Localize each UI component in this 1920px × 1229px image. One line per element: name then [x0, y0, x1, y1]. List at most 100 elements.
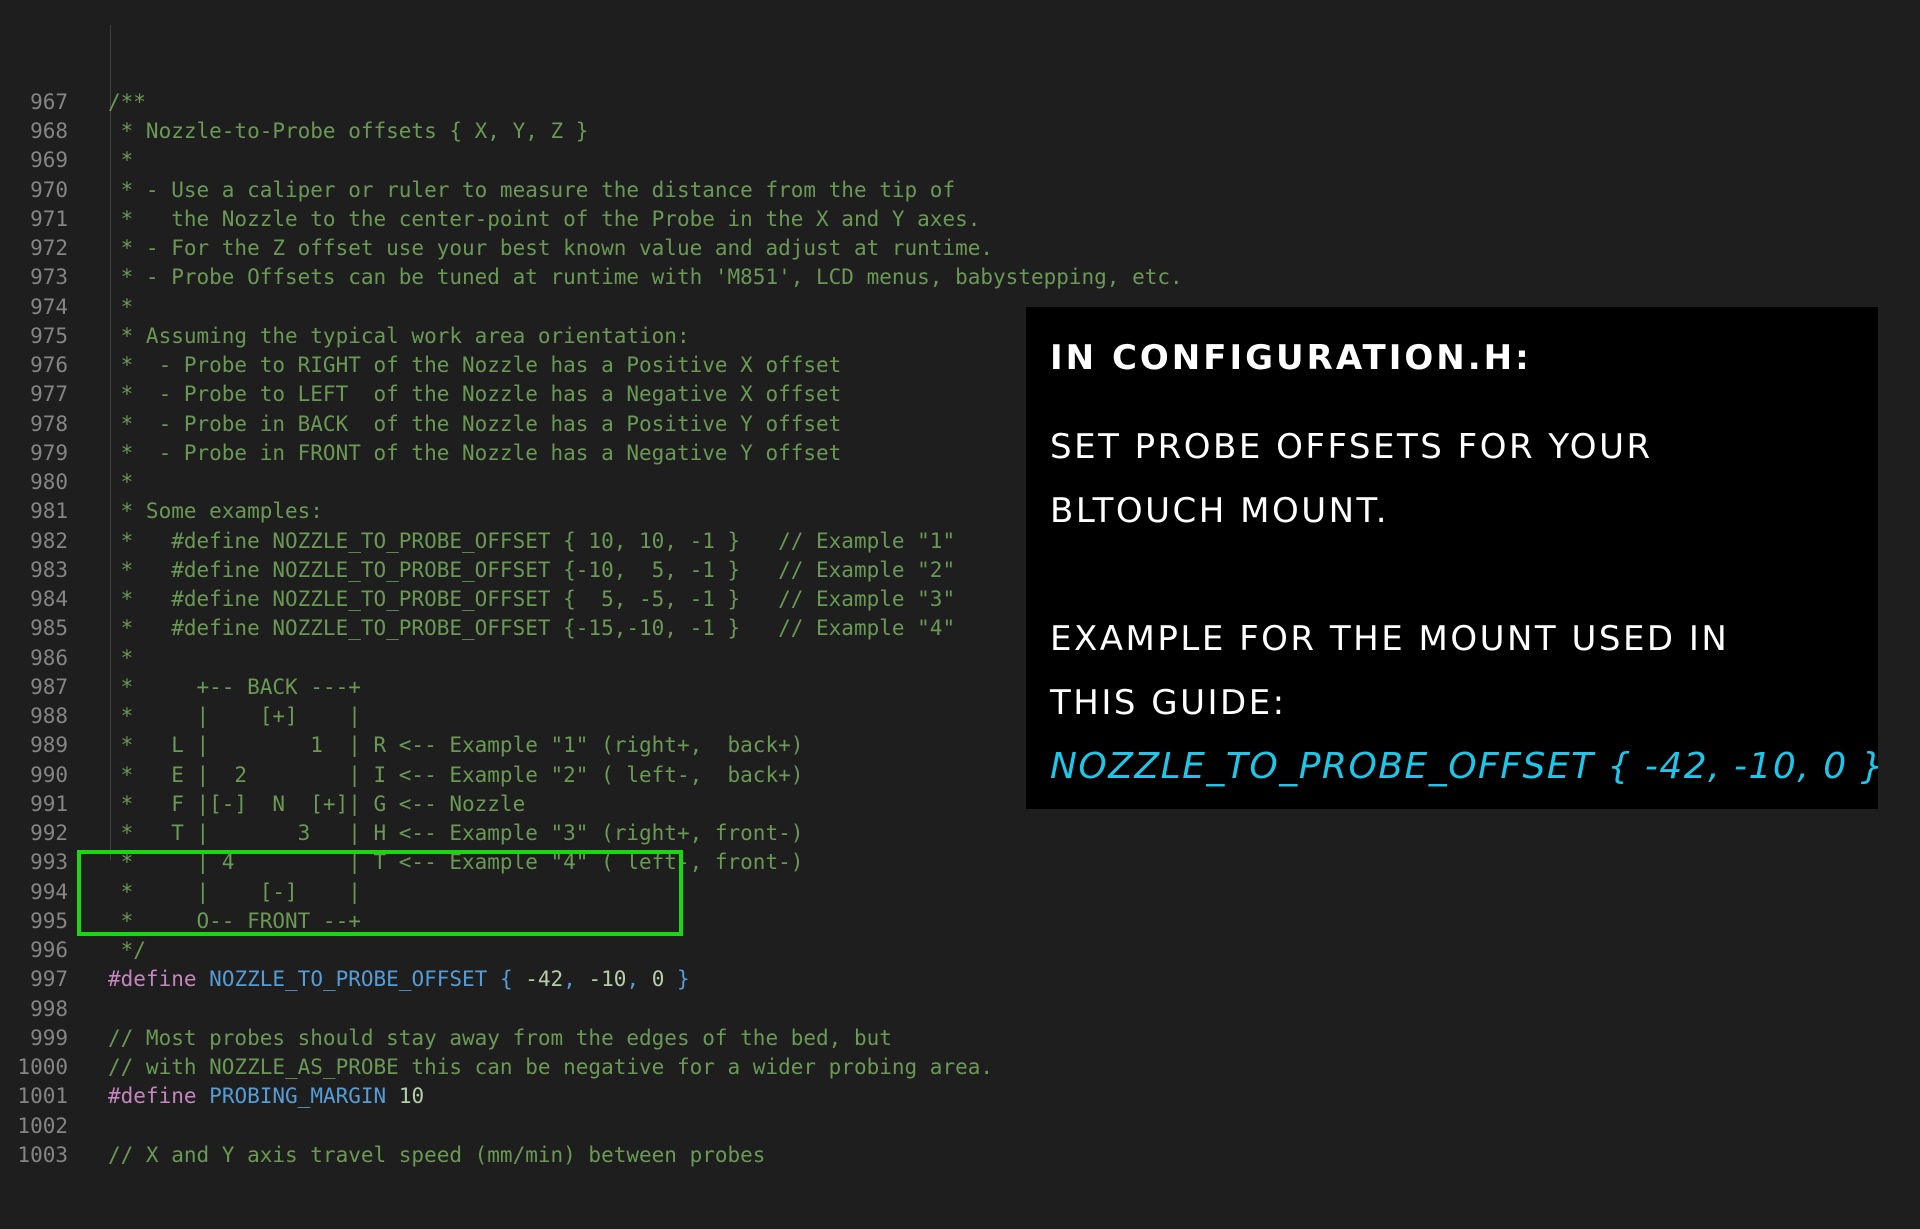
line-content: * — [108, 468, 134, 497]
code-token: * #define NOZZLE_TO_PROBE_OFFSET {-15,-1… — [108, 616, 956, 641]
line-number: 982 — [30, 528, 68, 553]
line-content: * #define NOZZLE_TO_PROBE_OFFSET { 10, 1… — [108, 527, 955, 556]
line-number: 987 — [30, 674, 68, 699]
line-content: * — [108, 644, 134, 673]
code-line[interactable]: 999 // Most probes should stay away from … — [0, 1024, 1920, 1053]
code-token: * F |[-] N [+]| G <-- Nozzle — [108, 791, 526, 816]
code-line[interactable]: 968 * Nozzle-to-Probe offsets { X, Y, Z … — [0, 117, 1920, 146]
code-token: * — [108, 470, 134, 494]
code-line[interactable]: 967 /** — [0, 88, 1920, 117]
highlight-box — [77, 850, 683, 936]
code-line[interactable]: 997 #define NOZZLE_TO_PROBE_OFFSET { -42,… — [0, 965, 1920, 994]
code-line[interactable]: 1001 #define PROBING_MARGIN 10 — [0, 1082, 1920, 1111]
overlay-spacer — [1050, 543, 1854, 607]
line-number: 977 — [30, 382, 68, 407]
code-token: // X and Y axis travel speed (mm/min) be… — [108, 1142, 766, 1167]
code-token: * - Probe Offsets can be tuned at runtim… — [108, 265, 1183, 290]
line-number: 992 — [30, 821, 68, 845]
code-token: , — [626, 967, 652, 992]
line-content: /** — [108, 88, 146, 117]
line-number: 1000 — [17, 1055, 68, 1079]
code-line[interactable]: 970 * - Use a caliper or ruler to measur… — [0, 176, 1920, 205]
code-token: * #define NOZZLE_TO_PROBE_OFFSET {-10, 5… — [108, 557, 956, 582]
code-token: * Some examples: — [108, 499, 323, 524]
line-content: * — [108, 293, 134, 322]
line-number: 1003 — [17, 1142, 68, 1167]
line-content: * - Use a caliper or ruler to measure th… — [108, 176, 955, 205]
code-line[interactable]: 1000 // with NOZZLE_AS_PROBE this can be … — [0, 1053, 1920, 1082]
line-content: * | [+] | — [108, 702, 361, 731]
code-token: * the Nozzle to the center-point of the … — [108, 206, 981, 231]
line-number: 990 — [30, 762, 68, 787]
line-number: 997 — [30, 967, 68, 992]
code-token: * #define NOZZLE_TO_PROBE_OFFSET { 10, 1… — [108, 528, 956, 553]
line-number: 996 — [30, 938, 68, 962]
line-content: // X and Y axis travel speed (mm/min) be… — [108, 1141, 765, 1170]
code-token: PROBING_MARGIN — [209, 1084, 387, 1109]
line-content: * Assuming the typical work area orienta… — [108, 322, 690, 351]
line-content: * Some examples: — [108, 497, 323, 526]
code-line[interactable]: 973 * - Probe Offsets can be tuned at ru… — [0, 263, 1920, 292]
code-line[interactable]: 971 * the Nozzle to the center-point of … — [0, 205, 1920, 234]
code-token: -10 — [588, 967, 627, 992]
code-token: * - Probe to LEFT of the Nozzle has a Ne… — [108, 382, 842, 407]
code-line[interactable]: 992 * T | 3 | H <-- Example "3" (right+,… — [0, 819, 1920, 848]
code-token: NOZZLE_TO_PROBE_OFFSET — [209, 967, 488, 992]
code-token: 0 — [651, 967, 665, 992]
line-number: 999 — [30, 1025, 68, 1050]
line-content: * - For the Z offset use your best known… — [108, 234, 993, 263]
code-line[interactable]: 1002 — [0, 1112, 1920, 1141]
code-token: * - Probe in BACK of the Nozzle has a Po… — [108, 411, 842, 436]
line-content: * - Probe to LEFT of the Nozzle has a Ne… — [108, 380, 842, 409]
code-token: * E | 2 | I <-- Example "2" ( left-, bac… — [108, 762, 804, 787]
line-number: 978 — [30, 411, 68, 436]
code-line[interactable]: 1003 // X and Y axis travel speed (mm/min… — [0, 1141, 1920, 1170]
code-token: #define — [108, 1084, 197, 1109]
line-content: * the Nozzle to the center-point of the … — [108, 205, 981, 234]
code-token: 10 — [398, 1084, 425, 1109]
line-content: * Nozzle-to-Probe offsets { X, Y, Z } — [108, 117, 589, 146]
code-token: * +-- BACK ---+ — [108, 674, 361, 699]
line-content: * L | 1 | R <-- Example "1" (right+, bac… — [108, 731, 804, 760]
line-number: 988 — [30, 704, 68, 728]
code-token: , — [563, 967, 589, 992]
line-number: 981 — [30, 499, 68, 524]
line-number: 984 — [30, 587, 68, 611]
code-token: -42 — [525, 967, 564, 992]
code-line[interactable]: 972 * - For the Z offset use your best k… — [0, 234, 1920, 263]
line-content: #define NOZZLE_TO_PROBE_OFFSET { -42, -1… — [108, 965, 690, 994]
code-token: } — [664, 967, 690, 992]
line-content: * +-- BACK ---+ — [108, 673, 361, 702]
code-token: * - For the Z offset use your best known… — [108, 236, 994, 260]
overlay-text-line: EXAMPLE FOR THE MOUNT USED IN — [1050, 619, 1730, 659]
line-number: 976 — [30, 353, 68, 377]
overlay-code-example: NOZZLE_TO_PROBE_OFFSET { -42, -10, 0 } — [1050, 746, 1885, 787]
code-line[interactable]: 969 * — [0, 146, 1920, 175]
line-content: * #define NOZZLE_TO_PROBE_OFFSET { 5, -5… — [108, 585, 955, 614]
code-token: { — [487, 967, 526, 992]
code-line[interactable]: 998 — [0, 995, 1920, 1024]
code-token: * — [108, 148, 134, 173]
code-token: // Most probes should stay away from the… — [108, 1025, 892, 1050]
code-token: /** — [108, 89, 146, 114]
line-number: 971 — [30, 206, 68, 231]
line-content: * — [108, 146, 134, 175]
code-token: * - Probe to RIGHT of the Nozzle has a P… — [108, 353, 842, 377]
code-token: * L | 1 | R <-- Example "1" (right+, bac… — [108, 733, 804, 758]
code-token: * — [108, 645, 134, 670]
line-number: 995 — [30, 908, 68, 933]
line-number: 970 — [30, 177, 68, 202]
line-number: 985 — [30, 616, 68, 641]
code-token: // with NOZZLE_AS_PROBE this can be nega… — [108, 1055, 994, 1079]
code-line[interactable]: 996 */ — [0, 936, 1920, 965]
line-content: * #define NOZZLE_TO_PROBE_OFFSET {-10, 5… — [108, 556, 955, 585]
line-content: * F |[-] N [+]| G <-- Nozzle — [108, 790, 526, 819]
code-token: * Nozzle-to-Probe offsets { X, Y, Z } — [108, 119, 589, 143]
code-token: * Assuming the typical work area orienta… — [108, 323, 690, 348]
line-number: 969 — [30, 148, 68, 173]
code-token: * - Use a caliper or ruler to measure th… — [108, 177, 956, 202]
line-content: * - Probe Offsets can be tuned at runtim… — [108, 263, 1183, 292]
